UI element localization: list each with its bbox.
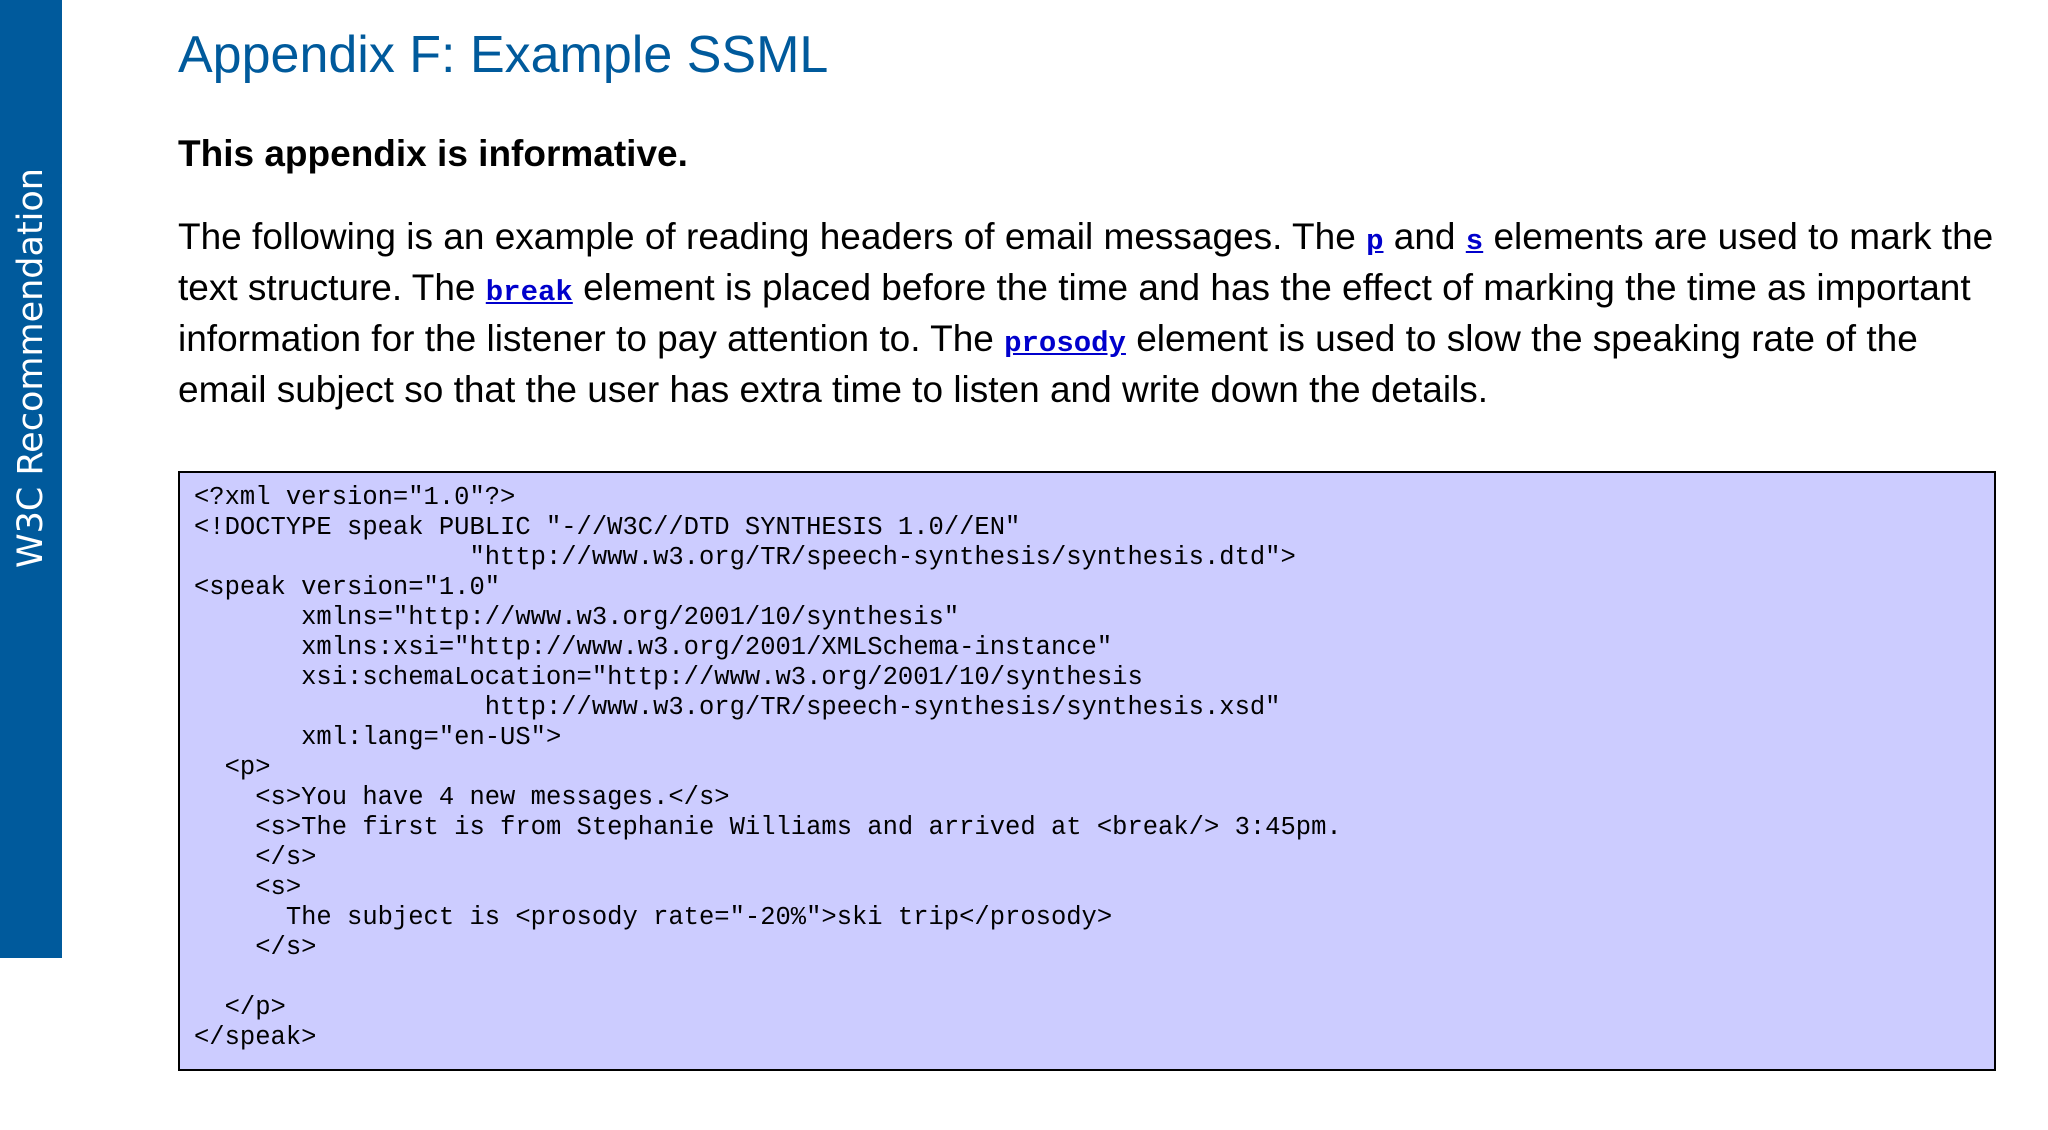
link-break-element[interactable]: break xyxy=(486,276,573,309)
paragraph-text-1: The following is an example of reading h… xyxy=(178,216,1367,257)
w3c-tab-label-wrap: W3C Recommendation xyxy=(0,88,62,568)
w3c-recommendation-tab[interactable]: W3C Recommendation xyxy=(0,0,62,958)
link-p-element[interactable]: p xyxy=(1366,225,1383,258)
page-title: Appendix F: Example SSML xyxy=(178,26,829,84)
main-content: Appendix F: Example SSML This appendix i… xyxy=(178,0,2008,1071)
link-s-element[interactable]: s xyxy=(1466,225,1483,258)
description-paragraph: The following is an example of reading h… xyxy=(178,214,2008,413)
ssml-code-example: <?xml version="1.0"?> <!DOCTYPE speak PU… xyxy=(178,471,1996,1071)
link-prosody-element[interactable]: prosody xyxy=(1004,327,1126,360)
informative-note: This appendix is informative. xyxy=(178,133,688,174)
w3c-recommendation-label: W3C Recommendation xyxy=(11,168,51,568)
paragraph-text-2: and xyxy=(1383,216,1466,257)
